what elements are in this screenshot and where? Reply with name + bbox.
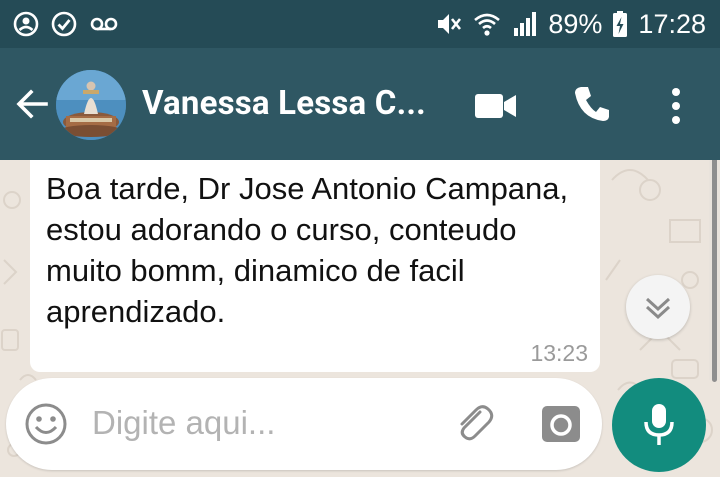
- contact-avatar[interactable]: [56, 70, 126, 140]
- voicemail-icon: [90, 17, 118, 31]
- chevron-down-double-icon: [645, 297, 671, 320]
- message-bubble[interactable]: Boa tarde, Dr Jose Antonio Campana, esto…: [30, 160, 600, 372]
- message-input[interactable]: Digite aqui...: [92, 404, 275, 442]
- camera-icon[interactable]: [540, 404, 582, 444]
- voice-record-button[interactable]: [612, 378, 706, 472]
- scrollbar-thumb[interactable]: [712, 160, 717, 382]
- phone-call-icon[interactable]: [572, 84, 612, 124]
- chat-header: Vanessa Lessa C...: [0, 48, 720, 160]
- message-composer[interactable]: Digite aqui...: [6, 378, 602, 470]
- contact-name[interactable]: Vanessa Lessa C...: [142, 84, 426, 124]
- status-bar: 89% 17:28: [0, 0, 720, 48]
- battery-percent: 89%: [548, 9, 603, 39]
- video-call-icon[interactable]: [474, 92, 518, 120]
- wifi-icon: [474, 13, 501, 36]
- clock: 17:28: [638, 9, 706, 39]
- message-text: Boa tarde, Dr Jose Antonio Campana, esto…: [46, 171, 569, 329]
- back-arrow-icon[interactable]: [14, 86, 50, 122]
- check-circle-icon: [51, 11, 77, 37]
- message-time: 13:23: [530, 340, 588, 366]
- more-options-icon[interactable]: [666, 86, 686, 126]
- mute-icon: [438, 14, 462, 34]
- whatsapp-notification-icon: [13, 11, 39, 37]
- signal-icon: [514, 12, 537, 36]
- emoji-icon[interactable]: [24, 402, 68, 446]
- scroll-down-button[interactable]: [626, 275, 690, 339]
- battery-charging-icon: [613, 11, 628, 37]
- mic-icon: [644, 404, 674, 445]
- attach-icon[interactable]: [450, 400, 498, 448]
